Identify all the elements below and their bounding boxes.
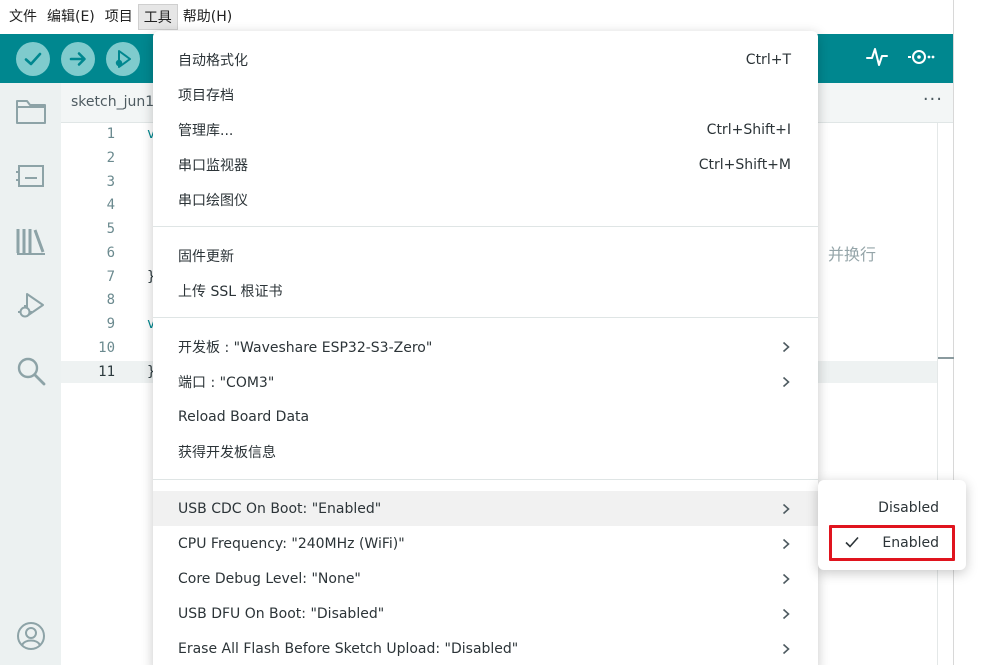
sidebar-item-sketchbook[interactable] <box>13 95 49 131</box>
menu-item-port[interactable]: 端口 : "COM3" <box>153 364 818 399</box>
menu-item-shortcut: Ctrl+Shift+I <box>706 121 791 138</box>
menu-item-label: 开发板 : "Waveshare ESP32-S3-Zero" <box>178 339 433 356</box>
debug-button[interactable] <box>106 42 140 76</box>
line-number: 7 <box>106 269 115 285</box>
menu-edit[interactable]: 编辑(E) <box>42 4 100 30</box>
sidebar <box>0 83 61 665</box>
menu-item-usb-dfu-on-boot[interactable]: USB DFU On Boot: "Disabled" <box>153 596 818 631</box>
line-number: 8 <box>106 292 115 308</box>
menu-separator <box>153 479 818 480</box>
verify-button[interactable] <box>16 42 50 76</box>
serial-monitor-icon <box>906 45 936 73</box>
menu-item-auto-format[interactable]: 自动格式化 Ctrl+T <box>153 42 818 77</box>
library-icon <box>15 226 47 260</box>
menu-item-label: CPU Frequency: "240MHz (WiFi)" <box>178 535 405 552</box>
serial-monitor-button[interactable] <box>906 44 936 74</box>
menu-separator <box>153 317 818 318</box>
line-number: 4 <box>106 197 115 213</box>
menu-item-label: 管理库... <box>178 122 234 139</box>
sidebar-item-library[interactable] <box>13 225 49 261</box>
menu-item-upload-ssl-cert[interactable]: 上传 SSL 根证书 <box>153 273 818 308</box>
line-number: 5 <box>106 221 115 237</box>
submenu-option-disabled[interactable]: Disabled <box>818 490 966 525</box>
debug-icon <box>112 48 134 70</box>
line-number: 3 <box>106 174 115 190</box>
menu-item-label: 固件更新 <box>178 248 234 265</box>
line-number: 9 <box>106 316 115 332</box>
menu-item-label: 项目存档 <box>178 87 234 104</box>
debug-icon <box>15 290 47 326</box>
line-number: 2 <box>106 150 115 166</box>
menu-item-firmware-update[interactable]: 固件更新 <box>153 238 818 273</box>
menu-item-erase-all-flash[interactable]: Erase All Flash Before Sketch Upload: "D… <box>153 631 818 665</box>
menu-item-shortcut: Ctrl+Shift+M <box>698 156 791 173</box>
menu-item-label: Erase All Flash Before Sketch Upload: "D… <box>178 640 519 657</box>
menu-item-board[interactable]: 开发板 : "Waveshare ESP32-S3-Zero" <box>153 329 818 364</box>
editor-tab[interactable]: sketch_jun1 <box>71 94 154 110</box>
tools-menu: 自动格式化 Ctrl+T 项目存档 管理库... Ctrl+Shift+I 串口监视… <box>153 31 818 665</box>
menu-bar: 文件 编辑(E) 项目 工具 帮助(H) <box>0 0 953 34</box>
menu-item-label: 获得开发板信息 <box>178 444 276 461</box>
menu-item-label: 串口监视器 <box>178 157 248 174</box>
line-number: 6 <box>106 245 115 261</box>
menu-item-label: 上传 SSL 根证书 <box>178 283 283 300</box>
sidebar-item-account[interactable] <box>13 620 49 656</box>
line-number: 11 <box>98 364 115 380</box>
sidebar-item-boards[interactable] <box>13 160 49 196</box>
menu-item-label: Reload Board Data <box>178 408 310 425</box>
menu-item-shortcut: Ctrl+T <box>745 51 791 68</box>
chevron-right-icon <box>782 329 790 364</box>
menu-item-label: USB DFU On Boot: "Disabled" <box>178 605 385 622</box>
menu-item-serial-monitor[interactable]: 串口监视器 Ctrl+Shift+M <box>153 147 818 182</box>
chevron-right-icon <box>782 561 790 596</box>
sidebar-item-debug[interactable] <box>13 290 49 326</box>
sidebar-item-search[interactable] <box>13 355 49 391</box>
more-icon[interactable]: ··· <box>923 89 943 110</box>
submenu-option-label: Disabled <box>878 499 939 516</box>
menu-item-label: Core Debug Level: "None" <box>178 570 361 587</box>
menu-item-label: 自动格式化 <box>178 52 248 69</box>
verify-icon <box>23 49 43 69</box>
line-number: 1 <box>106 126 115 142</box>
menu-separator <box>153 226 818 227</box>
board-manager-icon <box>15 162 47 194</box>
menu-item-archive-sketch[interactable]: 项目存档 <box>153 77 818 112</box>
chevron-right-icon <box>782 596 790 631</box>
menu-help[interactable]: 帮助(H) <box>178 4 237 30</box>
search-icon <box>15 355 47 391</box>
menu-item-reload-board-data[interactable]: Reload Board Data <box>153 399 818 434</box>
menu-item-usb-cdc-on-boot[interactable]: USB CDC On Boot: "Enabled" <box>153 491 818 526</box>
menu-item-label: 串口绘图仪 <box>178 192 248 209</box>
upload-button[interactable] <box>61 42 95 76</box>
chevron-right-icon <box>782 364 790 399</box>
editor-scrollbar[interactable] <box>937 123 954 665</box>
menu-item-manage-libraries[interactable]: 管理库... Ctrl+Shift+I <box>153 112 818 147</box>
scroll-marker <box>938 357 954 359</box>
menu-item-cpu-frequency[interactable]: CPU Frequency: "240MHz (WiFi)" <box>153 526 818 561</box>
editor-hint-text: 并换行 <box>828 245 877 264</box>
chevron-right-icon <box>782 526 790 561</box>
menu-item-core-debug-level[interactable]: Core Debug Level: "None" <box>153 561 818 596</box>
highlight-box <box>829 525 955 561</box>
menu-project[interactable]: 项目 <box>100 4 138 30</box>
upload-icon <box>68 49 88 69</box>
chevron-right-icon <box>782 631 790 665</box>
menu-item-label: 端口 : "COM3" <box>178 374 275 391</box>
menu-item-label: USB CDC On Boot: "Enabled" <box>178 500 382 517</box>
menu-file[interactable]: 文件 <box>4 4 42 30</box>
folder-icon <box>15 97 47 129</box>
menu-tools[interactable]: 工具 <box>137 4 178 30</box>
line-number: 10 <box>98 340 115 356</box>
serial-plotter-icon <box>865 45 889 73</box>
menu-item-serial-plotter[interactable]: 串口绘图仪 <box>153 182 818 217</box>
chevron-right-icon <box>782 491 790 526</box>
serial-plotter-button[interactable] <box>862 44 892 74</box>
account-icon <box>15 620 47 656</box>
menu-item-get-board-info[interactable]: 获得开发板信息 <box>153 434 818 469</box>
